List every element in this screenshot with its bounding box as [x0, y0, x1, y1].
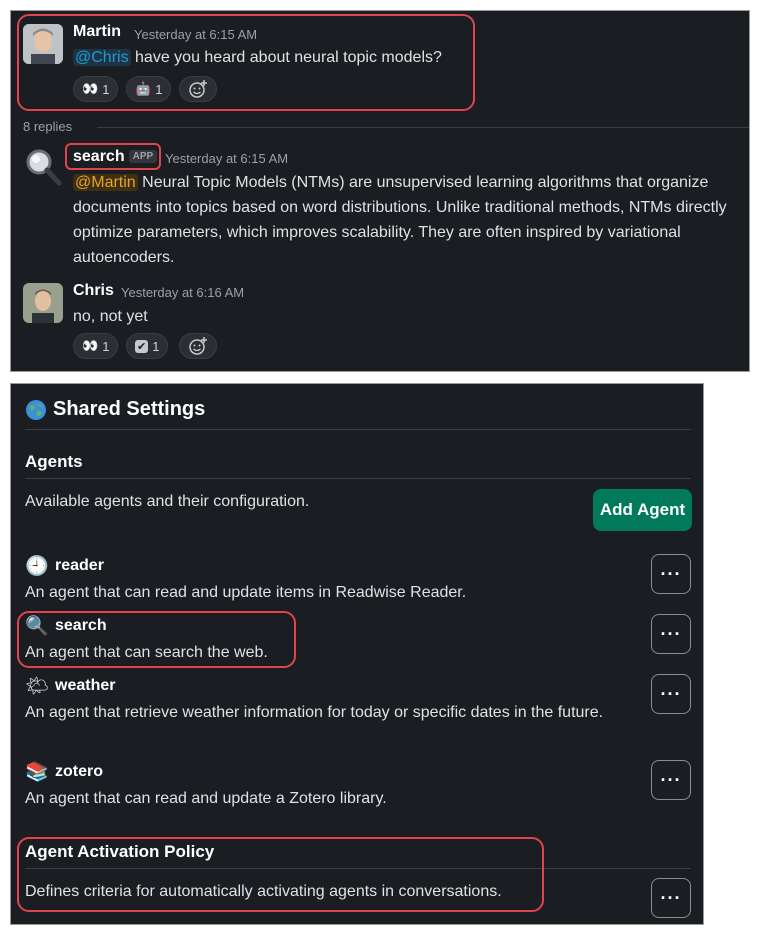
agent-desc-weather: An agent that retrieve weather informati… — [25, 704, 604, 721]
reaction-eyes[interactable]: 👀 1 — [73, 333, 119, 359]
agent-desc-zotero: An agent that can read and update a Zote… — [25, 790, 387, 807]
highlight-root-message — [17, 14, 475, 111]
title-divider — [25, 429, 691, 430]
agent-more-button-weather[interactable]: ··· — [651, 674, 691, 714]
highlight-search-agent — [17, 611, 296, 668]
add-emoji-icon — [189, 337, 207, 355]
mention-martin[interactable]: @Martin — [73, 174, 138, 191]
add-agent-button[interactable]: Add Agent — [593, 489, 692, 531]
settings-title: Shared Settings — [25, 398, 205, 421]
magnifier-icon — [26, 149, 62, 186]
avatar-search[interactable] — [23, 147, 63, 187]
thread-panel: Martin Yesterday at 6:15 AM @Chris have … — [10, 10, 750, 372]
avatar-chris[interactable] — [23, 283, 63, 323]
timestamp[interactable]: Yesterday at 6:16 AM — [121, 285, 244, 300]
agent-more-button-zotero[interactable]: ··· — [651, 760, 691, 800]
settings-panel: Shared Settings Agents Available agents … — [10, 383, 704, 925]
agent-desc-reader: An agent that can read and update items … — [25, 584, 467, 601]
add-reaction-button[interactable] — [179, 333, 217, 359]
agent-more-button-search[interactable]: ··· — [651, 614, 691, 654]
replies-count[interactable]: 8 replies — [23, 119, 72, 134]
policy-more-button[interactable]: ··· — [651, 878, 691, 918]
agent-name-reader: reader — [55, 557, 104, 574]
message-text: no, not yet — [73, 308, 148, 325]
highlight-policy — [17, 837, 544, 912]
agents-description: Available agents and their configuration… — [25, 493, 310, 510]
eyes-icon: 👀 — [82, 338, 99, 353]
clock-icon: 🕘 — [25, 556, 49, 577]
check-icon: ✔ — [135, 339, 149, 353]
sun-cloud-icon: 🌤 — [25, 676, 50, 697]
agents-divider — [25, 478, 691, 479]
message-text: @Martin Neural Topic Models (NTMs) are u… — [73, 174, 727, 266]
globe-icon — [26, 399, 46, 420]
highlight-search-author — [65, 143, 161, 170]
agent-name-zotero: zotero — [55, 763, 103, 780]
replies-divider — [97, 127, 749, 128]
agents-heading: Agents — [25, 452, 83, 471]
timestamp[interactable]: Yesterday at 6:15 AM — [165, 151, 288, 166]
reaction-check[interactable]: ✔ 1 — [126, 333, 169, 359]
books-icon: 📚 — [25, 762, 49, 783]
agent-name-weather: weather — [55, 677, 116, 694]
agent-more-button-reader[interactable]: ··· — [651, 554, 691, 594]
author-name[interactable]: Chris — [73, 282, 114, 300]
